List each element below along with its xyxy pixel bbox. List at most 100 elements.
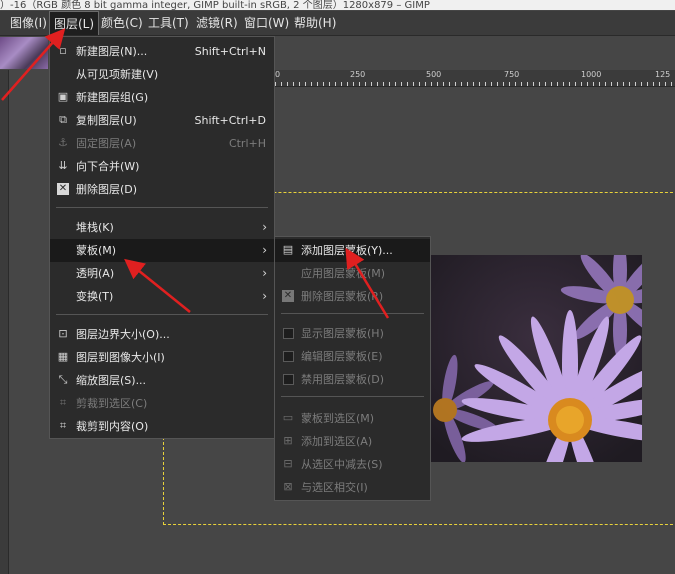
window-title: ）-16（RGB 颜色 8 bit gamma integer, GIMP bu… xyxy=(0,0,430,10)
menu-item-label: 新建图层组(G) xyxy=(76,91,149,104)
add-mask-icon: ▤ xyxy=(282,243,294,256)
menu-item-transparency[interactable]: 透明(A) › xyxy=(50,262,274,285)
menu-item-crop-to-content[interactable]: ⌗ 裁剪到内容(O) xyxy=(50,415,274,438)
menu-item-label: 禁用图层蒙板(D) xyxy=(301,373,385,386)
menu-item-anchor-layer[interactable]: ⚓ 固定图层(A) Ctrl+H xyxy=(50,132,274,155)
add-selection-icon: ⊞ xyxy=(283,434,293,447)
menu-windows[interactable]: 窗口(W) xyxy=(240,11,293,35)
crop-content-icon: ⌗ xyxy=(59,419,67,432)
menu-item-label: 变换(T) xyxy=(76,290,114,303)
menu-item-label: 显示图层蒙板(H) xyxy=(301,327,384,340)
subtract-selection-icon: ⊟ xyxy=(283,457,293,470)
menu-item-layer-to-image-size[interactable]: ▦ 图层到图像大小(I) xyxy=(50,346,274,369)
menu-colors[interactable]: 颜色(C) xyxy=(97,11,147,35)
menu-help[interactable]: 帮助(H) xyxy=(290,11,340,35)
chevron-right-icon: › xyxy=(262,243,267,257)
mask-submenu: ▤ 添加图层蒙板(Y)... 应用图层蒙板(M) ✕ 删除图层蒙板(R) 显示图… xyxy=(274,236,431,501)
ruler-tick: 0 xyxy=(275,70,281,79)
menu-separator xyxy=(56,314,268,315)
menu-item-label: 向下合并(W) xyxy=(76,160,140,173)
menu-item-delete-layer-mask[interactable]: ✕ 删除图层蒙板(R) xyxy=(275,285,430,308)
menu-item-mask-to-selection[interactable]: ▭ 蒙板到选区(M) xyxy=(275,407,430,430)
menu-item-label: 添加图层蒙板(Y)... xyxy=(301,244,393,257)
intersect-selection-icon: ⊠ xyxy=(283,480,293,493)
horizontal-ruler: 0 250 500 750 1000 125 xyxy=(275,70,675,87)
menu-item-label: 透明(A) xyxy=(76,267,115,280)
menu-item-label: 堆栈(K) xyxy=(76,221,114,234)
checkbox xyxy=(283,351,294,362)
boundary-size-icon: ⊡ xyxy=(58,327,68,340)
ruler-tick: 125 xyxy=(655,70,671,79)
delete-icon: ✕ xyxy=(57,183,69,195)
menu-item-subtract-from-selection[interactable]: ⊟ 从选区中减去(S) xyxy=(275,453,430,476)
menu-item-label: 应用图层蒙板(M) xyxy=(301,267,386,280)
menu-separator xyxy=(281,396,424,397)
menu-item-label: 蒙板(M) xyxy=(76,244,117,257)
canvas-image[interactable] xyxy=(430,255,642,462)
menu-item-mask[interactable]: 蒙板(M) › xyxy=(50,239,274,262)
menu-item-stack[interactable]: 堆栈(K) › xyxy=(50,216,274,239)
menu-item-duplicate-layer[interactable]: ⧉ 复制图层(U) Shift+Ctrl+D xyxy=(50,109,274,132)
layer-menu: ▫ 新建图层(N)... Shift+Ctrl+N 从可见项新建(V) ▣ 新建… xyxy=(49,36,275,439)
menu-item-label: 缩放图层(S)... xyxy=(76,374,147,387)
vertical-ruler xyxy=(0,70,9,574)
menu-item-show-layer-mask[interactable]: 显示图层蒙板(H) xyxy=(275,322,430,345)
menu-item-crop-to-selection[interactable]: ⌗ 剪裁到选区(C) xyxy=(50,392,274,415)
menu-item-shortcut: Shift+Ctrl+N xyxy=(194,45,266,58)
menu-item-add-to-selection[interactable]: ⊞ 添加到选区(A) xyxy=(275,430,430,453)
menu-tools[interactable]: 工具(T) xyxy=(144,11,193,35)
menu-item-label: 添加到选区(A) xyxy=(301,435,373,448)
menu-image[interactable]: 图像(I) xyxy=(6,11,51,35)
ruler-tick: 750 xyxy=(504,70,520,79)
menu-item-disable-layer-mask[interactable]: 禁用图层蒙板(D) xyxy=(275,368,430,391)
menu-item-label: 固定图层(A) xyxy=(76,137,137,150)
menu-item-label: 复制图层(U) xyxy=(76,114,137,127)
menu-item-label: 剪裁到选区(C) xyxy=(76,397,148,410)
image-tab-thumbnail[interactable] xyxy=(0,37,48,69)
menu-item-label: 新建图层(N)... xyxy=(76,45,148,58)
window-title-bar: ）-16（RGB 颜色 8 bit gamma integer, GIMP bu… xyxy=(0,0,675,10)
menu-layer[interactable]: 图层(L) xyxy=(49,11,100,35)
menu-item-new-from-visible[interactable]: 从可见项新建(V) xyxy=(50,63,274,86)
menu-filters[interactable]: 滤镜(R) xyxy=(192,11,242,35)
menu-item-shortcut: Ctrl+H xyxy=(228,137,266,150)
menu-item-add-layer-mask[interactable]: ▤ 添加图层蒙板(Y)... xyxy=(275,239,430,262)
chevron-right-icon: › xyxy=(262,289,267,303)
scale-icon: ⤡ xyxy=(58,373,68,386)
menu-item-merge-down[interactable]: ⇊ 向下合并(W) xyxy=(50,155,274,178)
menu-item-label: 蒙板到选区(M) xyxy=(301,412,375,425)
menu-item-scale-layer[interactable]: ⤡ 缩放图层(S)... xyxy=(50,369,274,392)
menu-item-label: 与选区相交(I) xyxy=(301,481,368,494)
anchor-icon: ⚓ xyxy=(58,136,68,149)
menu-item-label: 图层到图像大小(I) xyxy=(76,351,165,364)
layer-group-icon: ▣ xyxy=(57,90,69,103)
ruler-tick: 500 xyxy=(426,70,442,79)
crop-selection-icon: ⌗ xyxy=(59,396,67,409)
menu-item-label: 编辑图层蒙板(E) xyxy=(301,350,383,363)
menu-item-delete-layer[interactable]: ✕ 删除图层(D) xyxy=(50,178,274,201)
ruler-tick: 1000 xyxy=(581,70,602,79)
menu-item-label: 裁剪到内容(O) xyxy=(76,420,149,433)
ruler-ticks xyxy=(275,82,675,86)
menu-separator xyxy=(281,313,424,314)
duplicate-icon: ⧉ xyxy=(59,113,67,126)
menu-item-label: 删除图层蒙板(R) xyxy=(301,290,384,303)
new-layer-icon: ▫ xyxy=(59,44,67,57)
menu-item-label: 从选区中减去(S) xyxy=(301,458,383,471)
menu-item-shortcut: Shift+Ctrl+D xyxy=(194,114,266,127)
menu-bar: 图像(I) 图层(L) 颜色(C) 工具(T) 滤镜(R) 窗口(W) 帮助(H… xyxy=(0,11,675,36)
mask-to-selection-icon: ▭ xyxy=(282,411,294,424)
menu-item-layer-boundary-size[interactable]: ⊡ 图层边界大小(O)... xyxy=(50,323,274,346)
checkbox xyxy=(283,374,294,385)
menu-item-intersect-selection[interactable]: ⊠ 与选区相交(I) xyxy=(275,476,430,499)
menu-item-label: 图层边界大小(O)... xyxy=(76,328,170,341)
menu-item-new-layer[interactable]: ▫ 新建图层(N)... Shift+Ctrl+N xyxy=(50,40,274,63)
menu-item-new-layer-group[interactable]: ▣ 新建图层组(G) xyxy=(50,86,274,109)
menu-item-edit-layer-mask[interactable]: 编辑图层蒙板(E) xyxy=(275,345,430,368)
menu-item-apply-layer-mask[interactable]: 应用图层蒙板(M) xyxy=(275,262,430,285)
ruler-tick: 250 xyxy=(350,70,366,79)
menu-separator xyxy=(56,207,268,208)
menu-item-transform[interactable]: 变换(T) › xyxy=(50,285,274,308)
delete-mask-icon: ✕ xyxy=(282,290,294,302)
menu-item-label: 删除图层(D) xyxy=(76,183,138,196)
